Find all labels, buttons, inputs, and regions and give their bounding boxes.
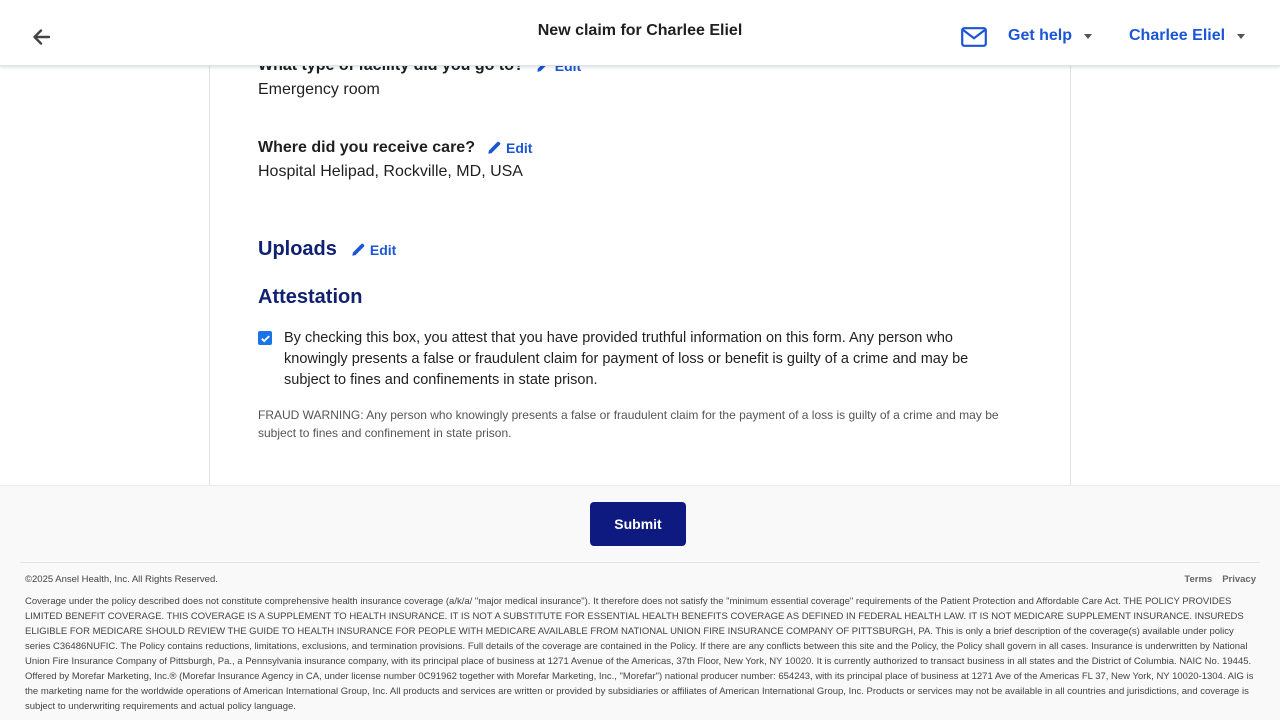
attestation-row: By checking this box, you attest that yo… <box>258 328 1018 391</box>
pencil-icon <box>352 243 365 256</box>
page-footer: Submit ©2025 Ansel Health, Inc. All Righ… <box>0 485 1280 720</box>
terms-link[interactable]: Terms <box>1184 574 1212 585</box>
arrow-left-icon[interactable] <box>30 26 52 48</box>
care-location-edit-label: Edit <box>505 140 533 156</box>
get-help-dropdown[interactable]: Get help <box>1008 27 1093 45</box>
uploads-title: Uploads <box>258 238 337 260</box>
pencil-icon <box>488 141 501 154</box>
envelope-icon[interactable] <box>961 27 987 47</box>
caret-down-icon <box>1084 33 1093 39</box>
legal-disclaimer: Coverage under the policy described does… <box>25 596 1254 712</box>
footer-links: Terms Privacy <box>1184 574 1256 585</box>
top-header: New claim for Charlee Eliel Get help Cha… <box>0 0 1280 66</box>
uploads-heading: Uploads Edit <box>258 238 396 261</box>
uploads-edit-label: Edit <box>369 241 397 258</box>
copyright-text: ©2025 Ansel Health, Inc. All Rights Rese… <box>25 574 218 585</box>
checkmark-icon <box>260 334 270 342</box>
uploads-edit-link[interactable]: Edit <box>351 242 396 258</box>
facility-type-answer: Emergency room <box>258 81 380 98</box>
care-location-label: Where did you receive care? <box>258 139 475 156</box>
user-menu-dropdown[interactable]: Charlee Eliel <box>1129 27 1246 45</box>
attestation-heading: Attestation <box>258 286 363 308</box>
privacy-link[interactable]: Privacy <box>1222 574 1256 585</box>
care-location-edit-link[interactable]: Edit <box>487 140 532 156</box>
care-location-question: Where did you receive care? Edit <box>258 139 532 157</box>
main-content: What type of facility did you go to? Edi… <box>0 0 1280 485</box>
user-name-label: Charlee Eliel <box>1129 27 1226 44</box>
attestation-text: By checking this box, you attest that yo… <box>284 330 969 388</box>
claim-review-card: What type of facility did you go to? Edi… <box>209 0 1071 485</box>
fraud-warning: FRAUD WARNING: Any person who knowingly … <box>258 408 999 440</box>
attestation-checkbox[interactable] <box>258 331 272 345</box>
care-location-answer: Hospital Helipad, Rockville, MD, USA <box>258 163 523 180</box>
caret-down-icon <box>1237 33 1246 39</box>
footer-divider <box>20 562 1260 563</box>
submit-button[interactable]: Submit <box>590 502 686 546</box>
get-help-label: Get help <box>1008 27 1073 44</box>
